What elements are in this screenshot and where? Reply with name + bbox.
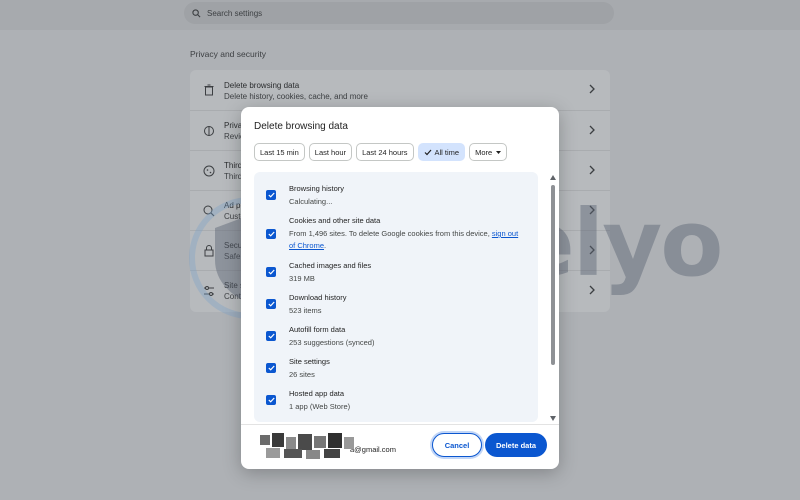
trash-icon xyxy=(204,84,214,96)
settings-row-delete-browsing-data[interactable]: Delete browsing data Delete history, coo… xyxy=(190,70,610,110)
account-info: a@gmail.com xyxy=(256,429,412,463)
item-detail: 26 sites xyxy=(289,370,315,379)
scroll-up-arrow-icon[interactable] xyxy=(550,175,556,180)
chevron-right-icon xyxy=(589,84,595,94)
checkmark-icon xyxy=(267,269,275,275)
chevron-right-icon xyxy=(589,205,595,215)
settings-top-bar: Search settings xyxy=(0,0,800,30)
item-detail: 319 MB xyxy=(289,274,315,283)
item-label: Browsing history xyxy=(289,184,345,193)
checkbox-autofill[interactable] xyxy=(266,331,276,341)
data-types-list: Browsing history Calculating... Cookies … xyxy=(254,172,538,422)
item-detail: 1 app (Web Store) xyxy=(289,402,351,411)
cancel-button[interactable]: Cancel xyxy=(432,433,482,457)
item-detail: Calculating... xyxy=(289,197,333,206)
checkbox-site-settings[interactable] xyxy=(266,363,276,373)
list-scrollbar[interactable] xyxy=(549,175,557,421)
item-label: Site settings xyxy=(289,357,330,366)
checkbox-cookies[interactable] xyxy=(266,229,276,239)
settings-row-subtitle: Safe xyxy=(224,252,241,261)
chevron-right-icon xyxy=(589,125,595,135)
chip-last-24-hours[interactable]: Last 24 hours xyxy=(356,143,414,161)
item-label: Hosted app data xyxy=(289,389,345,398)
chip-more-dropdown[interactable]: More xyxy=(469,143,508,161)
settings-row-title: Secu xyxy=(224,241,243,250)
chevron-right-icon xyxy=(589,245,595,255)
item-label: Cookies and other site data xyxy=(289,216,381,225)
delete-browsing-data-dialog: Delete browsing data Last 15 min Last ho… xyxy=(241,107,559,469)
dialog-title: Delete browsing data xyxy=(254,121,348,132)
item-label: Download history xyxy=(289,293,347,302)
chip-label: More xyxy=(475,147,493,157)
check-icon xyxy=(424,149,431,155)
item-detail: 523 items xyxy=(289,306,322,315)
checkbox-cached-images[interactable] xyxy=(266,267,276,277)
checkmark-icon xyxy=(267,333,275,339)
settings-row-subtitle: Third xyxy=(224,172,243,181)
footer-divider xyxy=(241,424,559,425)
ad-privacy-icon xyxy=(203,205,215,216)
privacy-guide-icon xyxy=(204,125,214,136)
checkmark-icon xyxy=(267,192,275,198)
item-detail: 253 suggestions (synced) xyxy=(289,338,375,347)
chip-all-time[interactable]: All time xyxy=(417,143,466,161)
chevron-right-icon xyxy=(589,165,595,175)
chip-label: Last 15 min xyxy=(260,147,299,157)
settings-row-title: Third xyxy=(224,161,243,170)
delete-data-button[interactable]: Delete data xyxy=(485,433,547,457)
chip-last-15-min[interactable]: Last 15 min xyxy=(254,143,305,161)
chevron-right-icon xyxy=(589,285,595,295)
item-label: Autofill form data xyxy=(289,325,346,334)
checkbox-browsing-history[interactable] xyxy=(266,190,276,200)
search-placeholder: Search settings xyxy=(207,8,263,18)
account-email: a@gmail.com xyxy=(350,444,396,454)
checkmark-icon xyxy=(267,301,275,307)
caret-down-icon xyxy=(496,150,502,154)
scrollbar-thumb[interactable] xyxy=(551,185,555,365)
chip-label: Last 24 hours xyxy=(362,147,408,157)
cookie-icon xyxy=(203,165,215,176)
search-settings-input[interactable]: Search settings xyxy=(184,2,614,24)
item-detail-text: From 1,496 sites. To delete Google cooki… xyxy=(289,229,492,238)
checkmark-icon xyxy=(267,365,275,371)
scroll-down-arrow-icon[interactable] xyxy=(550,416,556,421)
item-detail-end: . xyxy=(324,241,327,250)
checkmark-icon xyxy=(267,397,275,403)
time-range-chips: Last 15 min Last hour Last 24 hours All … xyxy=(254,143,508,161)
tune-icon xyxy=(204,285,214,296)
chip-label: All time xyxy=(434,147,460,157)
checkmark-icon xyxy=(267,231,275,237)
section-title: Privacy and security xyxy=(190,49,267,59)
checkbox-hosted-app-data[interactable] xyxy=(266,395,276,405)
settings-row-subtitle: Delete history, cookies, cache, and more xyxy=(224,91,368,101)
checkbox-download-history[interactable] xyxy=(266,299,276,309)
chip-last-hour[interactable]: Last hour xyxy=(308,143,353,161)
blurred-account-avatar xyxy=(256,431,356,461)
lock-icon xyxy=(204,244,214,256)
chip-label: Last hour xyxy=(314,147,347,157)
search-icon xyxy=(192,8,201,17)
item-label: Cached images and files xyxy=(289,261,372,270)
item-detail: From 1,496 sites. To delete Google cooki… xyxy=(289,228,525,252)
settings-row-title: Delete browsing data xyxy=(224,80,300,90)
